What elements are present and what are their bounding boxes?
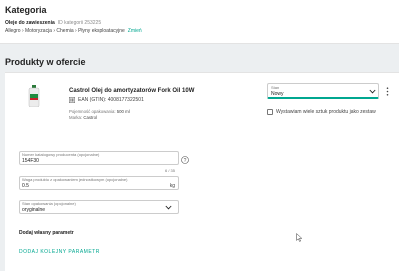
condition-select[interactable]: Stan Nowy (267, 83, 379, 99)
category-id: ID kategorii 253225 (57, 20, 102, 26)
spec-brand-value: Castrol (83, 115, 97, 120)
add-parameter-link[interactable]: Dodaj kolejny parametr (19, 249, 100, 255)
category-path-row: Allegro › Motoryzacja › Chemia › Płyny e… (5, 28, 142, 34)
products-section-title: Produkty w ofercie (5, 57, 86, 67)
spec-capacity: Pojemność opakowania: 500 ml (69, 109, 130, 114)
spec-brand: Marka: Castrol (69, 115, 97, 120)
category-title: Kategoria (5, 5, 47, 15)
category-path: Allegro › Motoryzacja › Chemia › Płyny e… (5, 28, 125, 34)
category-name: Oleje do zawieszenia (5, 20, 55, 26)
barcode-icon (69, 97, 75, 103)
category-card: Kategoria Oleje do zawieszenia ID kategor… (0, 0, 399, 44)
more-options-icon[interactable] (386, 87, 389, 96)
change-category-link[interactable]: Zmień (128, 28, 142, 34)
catalog-number-counter: 6 / 35 (165, 168, 176, 173)
mouse-cursor-icon (296, 233, 303, 242)
spec-capacity-label: Pojemność opakowania: (69, 109, 116, 114)
condition-value: Nowy (271, 91, 284, 97)
multi-pieces-checkbox[interactable] (267, 109, 273, 115)
weight-field[interactable]: Waga produktu z opakowaniem jednostkowym… (19, 176, 179, 190)
category-name-row: Oleje do zawieszenia ID kategorii 253225 (5, 20, 101, 26)
spec-capacity-value: 500 ml (116, 109, 130, 114)
product-name[interactable]: Castrol Olej do amortyzatorów Fork Oil 1… (69, 88, 194, 94)
packaging-label: Stan opakowania (opcjonalne) (22, 201, 76, 206)
catalog-number-label: Numer katalogowy producenta (opcjonalne) (22, 152, 100, 157)
condition-label: Stan (271, 85, 280, 90)
multi-pieces-label: Wystawiam wiele sztuk produktu jako zest… (276, 109, 376, 115)
weight-unit: kg (169, 183, 175, 189)
chevron-down-icon (369, 89, 376, 94)
custom-parameter-title: Dodaj własny parametr (19, 230, 74, 236)
ean-row: EAN (GTIN): 4008177322501 (69, 97, 144, 103)
weight-label: Waga produktu z opakowaniem jednostkowym… (22, 177, 128, 182)
catalog-number-value: 154F30 (22, 158, 39, 164)
ean-value: EAN (GTIN): 4008177322501 (78, 97, 144, 103)
product-image (28, 85, 40, 107)
weight-value: 0.5 (22, 183, 29, 189)
packaging-select[interactable]: Stan opakowania (opcjonalne) oryginalne (19, 200, 179, 214)
packaging-value: oryginalne (22, 207, 46, 213)
catalog-number-field[interactable]: Numer katalogowy producenta (opcjonalne)… (19, 151, 179, 165)
chevron-down-icon (165, 205, 172, 210)
svg-text:?: ? (184, 158, 187, 164)
spec-brand-label: Marka: (69, 115, 83, 120)
help-icon[interactable]: ? (181, 156, 189, 164)
product-card: Castrol Olej do amortyzatorów Fork Oil 1… (5, 72, 399, 271)
